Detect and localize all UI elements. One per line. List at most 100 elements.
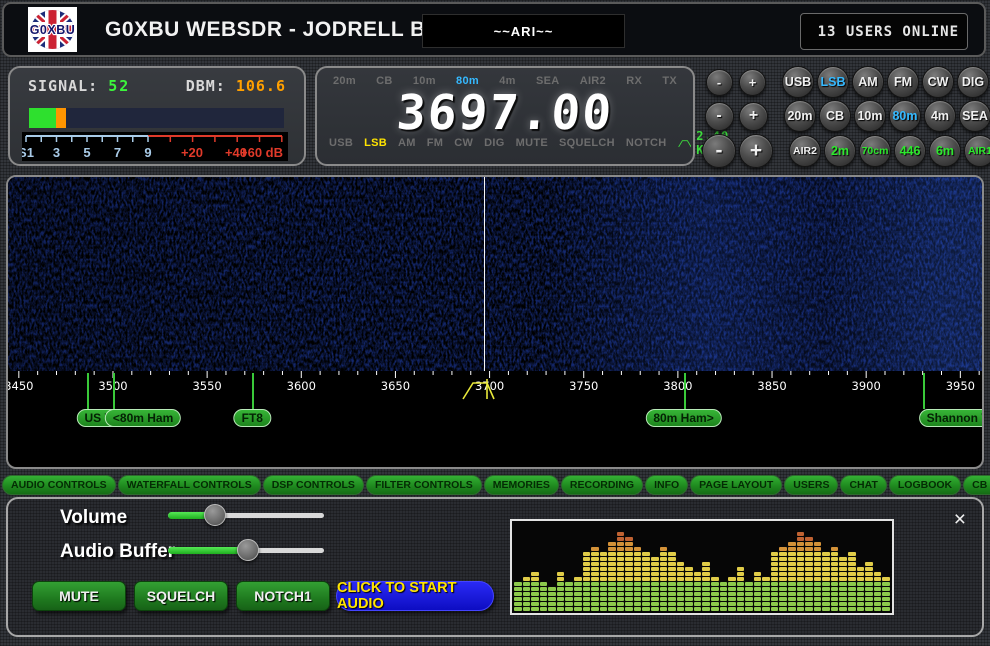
eq-segment [642, 592, 650, 596]
tab-users[interactable]: USERS [784, 475, 838, 495]
band-button-fm[interactable]: FM [887, 66, 919, 98]
mode-indicator-row: USBLSBAMFMCWDIGMUTESQUELCHNOTCH2.40 KHZ [317, 129, 693, 157]
users-online-display: 13 USERS ONLINE [800, 13, 968, 50]
marker-line--80m-ham [113, 373, 115, 409]
tab-chat[interactable]: CHAT [840, 475, 886, 495]
tab-info[interactable]: INFO [645, 475, 688, 495]
marker-label-ft8[interactable]: FT8 [234, 409, 271, 427]
eq-segment [711, 592, 719, 596]
step-minus-button-2[interactable]: - [705, 102, 734, 131]
eq-segment [754, 607, 762, 611]
eq-segment [523, 592, 531, 596]
band-button-dig[interactable]: DIG [957, 66, 989, 98]
audio-buffer-slider[interactable] [168, 539, 324, 561]
eq-segment [865, 562, 873, 566]
eq-segment [822, 567, 830, 571]
step-plus-button-3[interactable]: + [739, 134, 773, 168]
band-button-4m[interactable]: 4m [924, 100, 956, 132]
eq-segment [737, 602, 745, 606]
tab-filter-controls[interactable]: FILTER CONTROLS [366, 475, 482, 495]
eq-segment [531, 607, 539, 611]
band-button-70cm[interactable]: 70cm [859, 135, 891, 167]
eq-segment [805, 602, 813, 606]
eq-segment [797, 547, 805, 551]
band-button-usb[interactable]: USB [782, 66, 814, 98]
marker-label--80m-ham[interactable]: <80m Ham [105, 409, 181, 427]
band-button-air1[interactable]: AIR1 [964, 135, 990, 167]
eq-segment [523, 597, 531, 601]
notch1-button[interactable]: NOTCH1 [236, 581, 330, 611]
eq-segment [660, 567, 668, 571]
eq-segment [857, 607, 865, 611]
eq-segment [617, 562, 625, 566]
eq-segment [642, 577, 650, 581]
band-button-lsb[interactable]: LSB [817, 66, 849, 98]
band-button-20m[interactable]: 20m [784, 100, 816, 132]
eq-segment [822, 587, 830, 591]
eq-segment [617, 582, 625, 586]
eq-segment [608, 562, 616, 566]
tab-dsp-controls[interactable]: DSP CONTROLS [263, 475, 364, 495]
eq-bar-27 [745, 581, 753, 611]
close-icon[interactable]: × [954, 509, 966, 530]
eq-segment [634, 577, 642, 581]
eq-segment [651, 557, 659, 561]
tab-memories[interactable]: MEMORIES [484, 475, 559, 495]
band-button-446[interactable]: 446 [894, 135, 926, 167]
volume-slider[interactable] [168, 504, 324, 526]
band-button-80m[interactable]: 80m [889, 100, 921, 132]
band-button-cw[interactable]: CW [922, 66, 954, 98]
eq-segment [814, 592, 822, 596]
step-minus-button-1[interactable]: - [706, 69, 733, 96]
eq-segment [642, 602, 650, 606]
tab-waterfall-controls[interactable]: WATERFALL CONTROLS [118, 475, 261, 495]
step-minus-button-3[interactable]: - [702, 134, 736, 168]
eq-bar-24 [720, 581, 728, 611]
audio-buffer-slider-knob[interactable] [237, 539, 259, 561]
tuning-cursor-line[interactable] [484, 177, 485, 371]
band-button-2m[interactable]: 2m [824, 135, 856, 167]
band-button-6m[interactable]: 6m [929, 135, 961, 167]
eq-segment [788, 582, 796, 586]
eq-segment [583, 557, 591, 561]
volume-slider-knob[interactable] [204, 504, 226, 526]
eq-segment [762, 607, 770, 611]
eq-segment [634, 562, 642, 566]
eq-segment [634, 597, 642, 601]
eq-segment [771, 607, 779, 611]
band-button-air2[interactable]: AIR2 [789, 135, 821, 167]
mute-button[interactable]: MUTE [32, 581, 126, 611]
band-button-sea[interactable]: SEA [959, 100, 990, 132]
step-plus-button-1[interactable]: + [739, 69, 766, 96]
eq-segment [583, 562, 591, 566]
eq-segment [651, 577, 659, 581]
band-button-am[interactable]: AM [852, 66, 884, 98]
eq-segment [711, 597, 719, 601]
tab-recording[interactable]: RECORDING [561, 475, 643, 495]
marker-label-shannon-volmet[interactable]: Shannon Volmet [919, 409, 984, 427]
eq-segment [523, 602, 531, 606]
tab-cb-codes[interactable]: CB CODES [963, 475, 990, 495]
eq-bar-35 [814, 541, 822, 611]
eq-segment [857, 567, 865, 571]
svg-text:+20: +20 [181, 145, 203, 160]
step-plus-button-2[interactable]: + [739, 102, 768, 131]
tab-audio-controls[interactable]: AUDIO CONTROLS [2, 475, 116, 495]
eq-segment [857, 582, 865, 586]
eq-segment [660, 602, 668, 606]
start-audio-button[interactable]: CLICK TO START AUDIO [336, 581, 494, 611]
waterfall-display[interactable] [8, 177, 982, 371]
eq-bar-20 [685, 566, 693, 611]
band-button-10m[interactable]: 10m [854, 100, 886, 132]
tab-logbook[interactable]: LOGBOOK [889, 475, 961, 495]
band-button-cb[interactable]: CB [819, 100, 851, 132]
eq-segment [677, 582, 685, 586]
eq-segment [848, 552, 856, 556]
eq-segment [557, 582, 565, 586]
eq-segment [779, 607, 787, 611]
marker-label-80m-ham-[interactable]: 80m Ham> [645, 409, 721, 427]
passband-filter-icon[interactable] [460, 378, 500, 402]
squelch-button[interactable]: SQUELCH [134, 581, 228, 611]
eq-segment [642, 597, 650, 601]
tab-page-layout[interactable]: PAGE LAYOUT [690, 475, 782, 495]
